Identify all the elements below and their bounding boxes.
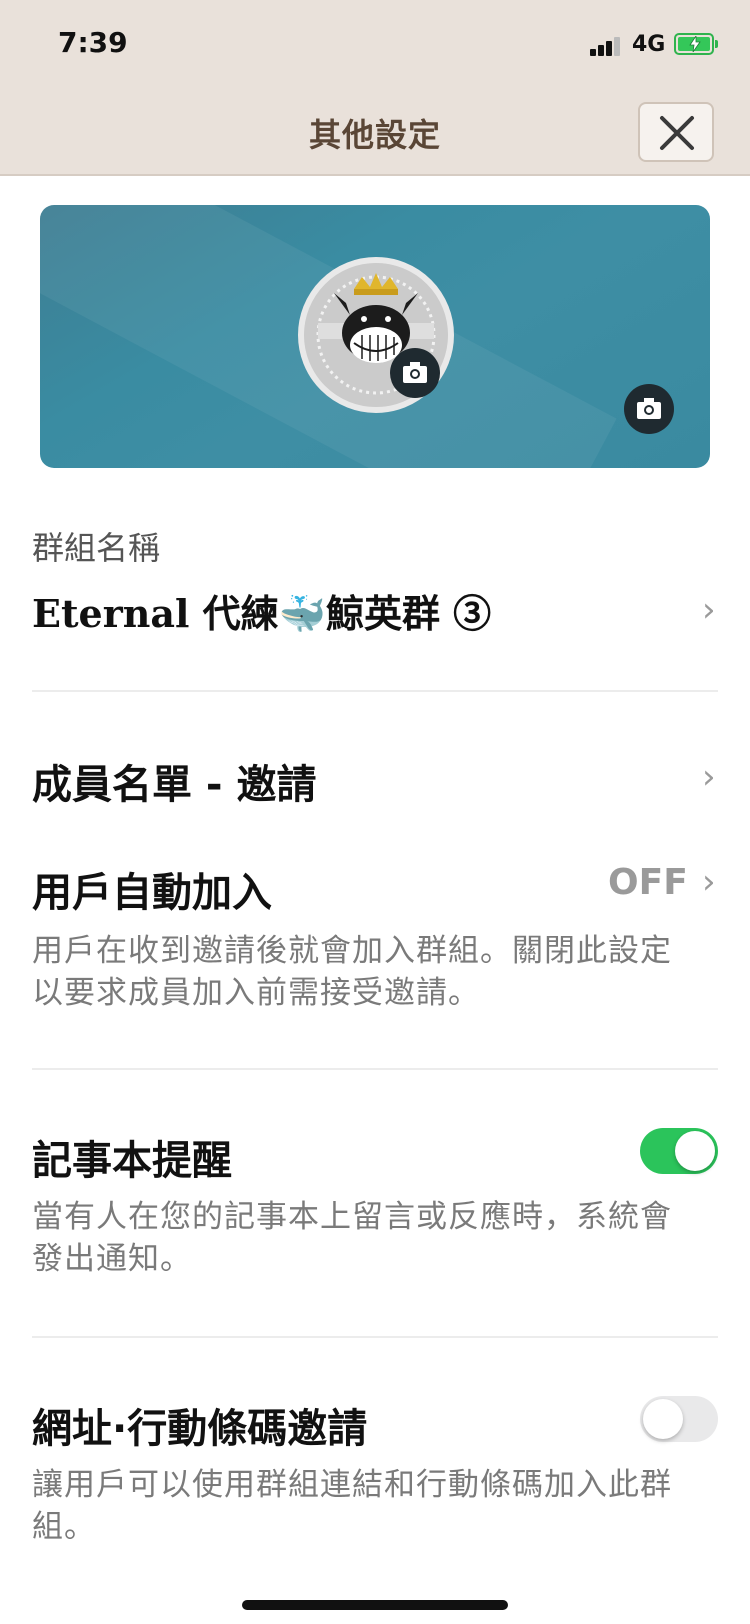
auto-join-value[interactable]: OFF: [608, 862, 688, 903]
divider: [32, 690, 718, 692]
close-icon: [660, 116, 694, 150]
home-indicator[interactable]: [242, 1600, 508, 1610]
camera-icon: [637, 398, 661, 419]
url-invite-title: 網址·行動條碼邀請: [32, 1406, 368, 1452]
group-name-value[interactable]: Eternal 代練🐳鯨英群 ③: [32, 583, 491, 638]
camera-icon: [403, 362, 427, 383]
chevron-right-icon[interactable]: ›: [702, 862, 716, 902]
chevron-right-icon[interactable]: ›: [702, 590, 716, 630]
notes-reminder-title: 記事本提醒: [32, 1138, 232, 1184]
notes-reminder-description: 當有人在您的記事本上留言或反應時，系統會發出通知。: [32, 1199, 672, 1277]
status-time: 7:39: [58, 26, 128, 59]
notes-reminder-toggle[interactable]: [640, 1128, 718, 1174]
divider: [32, 1336, 718, 1338]
members-invite-item[interactable]: 成員名單 - 邀請: [32, 752, 316, 810]
cover-camera-button[interactable]: [624, 384, 674, 434]
url-invite-description: 讓用戶可以使用群組連結和行動條碼加入此群組。: [32, 1467, 672, 1545]
chevron-right-icon[interactable]: ›: [702, 757, 716, 797]
group-cover-image[interactable]: [40, 205, 710, 468]
top-bar: 7:39 4G 其他設定: [0, 0, 750, 176]
url-invite-toggle[interactable]: [640, 1396, 718, 1442]
close-button[interactable]: [638, 102, 714, 162]
battery-icon: [674, 33, 718, 55]
auto-join-description: 用戶在收到邀請後就會加入群組。關閉此設定以要求成員加入前需接受邀請。: [32, 933, 672, 1011]
group-name-label: 群組名稱: [32, 529, 161, 567]
auto-join-title[interactable]: 用戶自動加入: [32, 860, 272, 918]
avatar-camera-button[interactable]: [390, 348, 440, 398]
signal-icon: [590, 36, 622, 56]
divider: [32, 1068, 718, 1070]
network-type: 4G: [632, 32, 666, 57]
